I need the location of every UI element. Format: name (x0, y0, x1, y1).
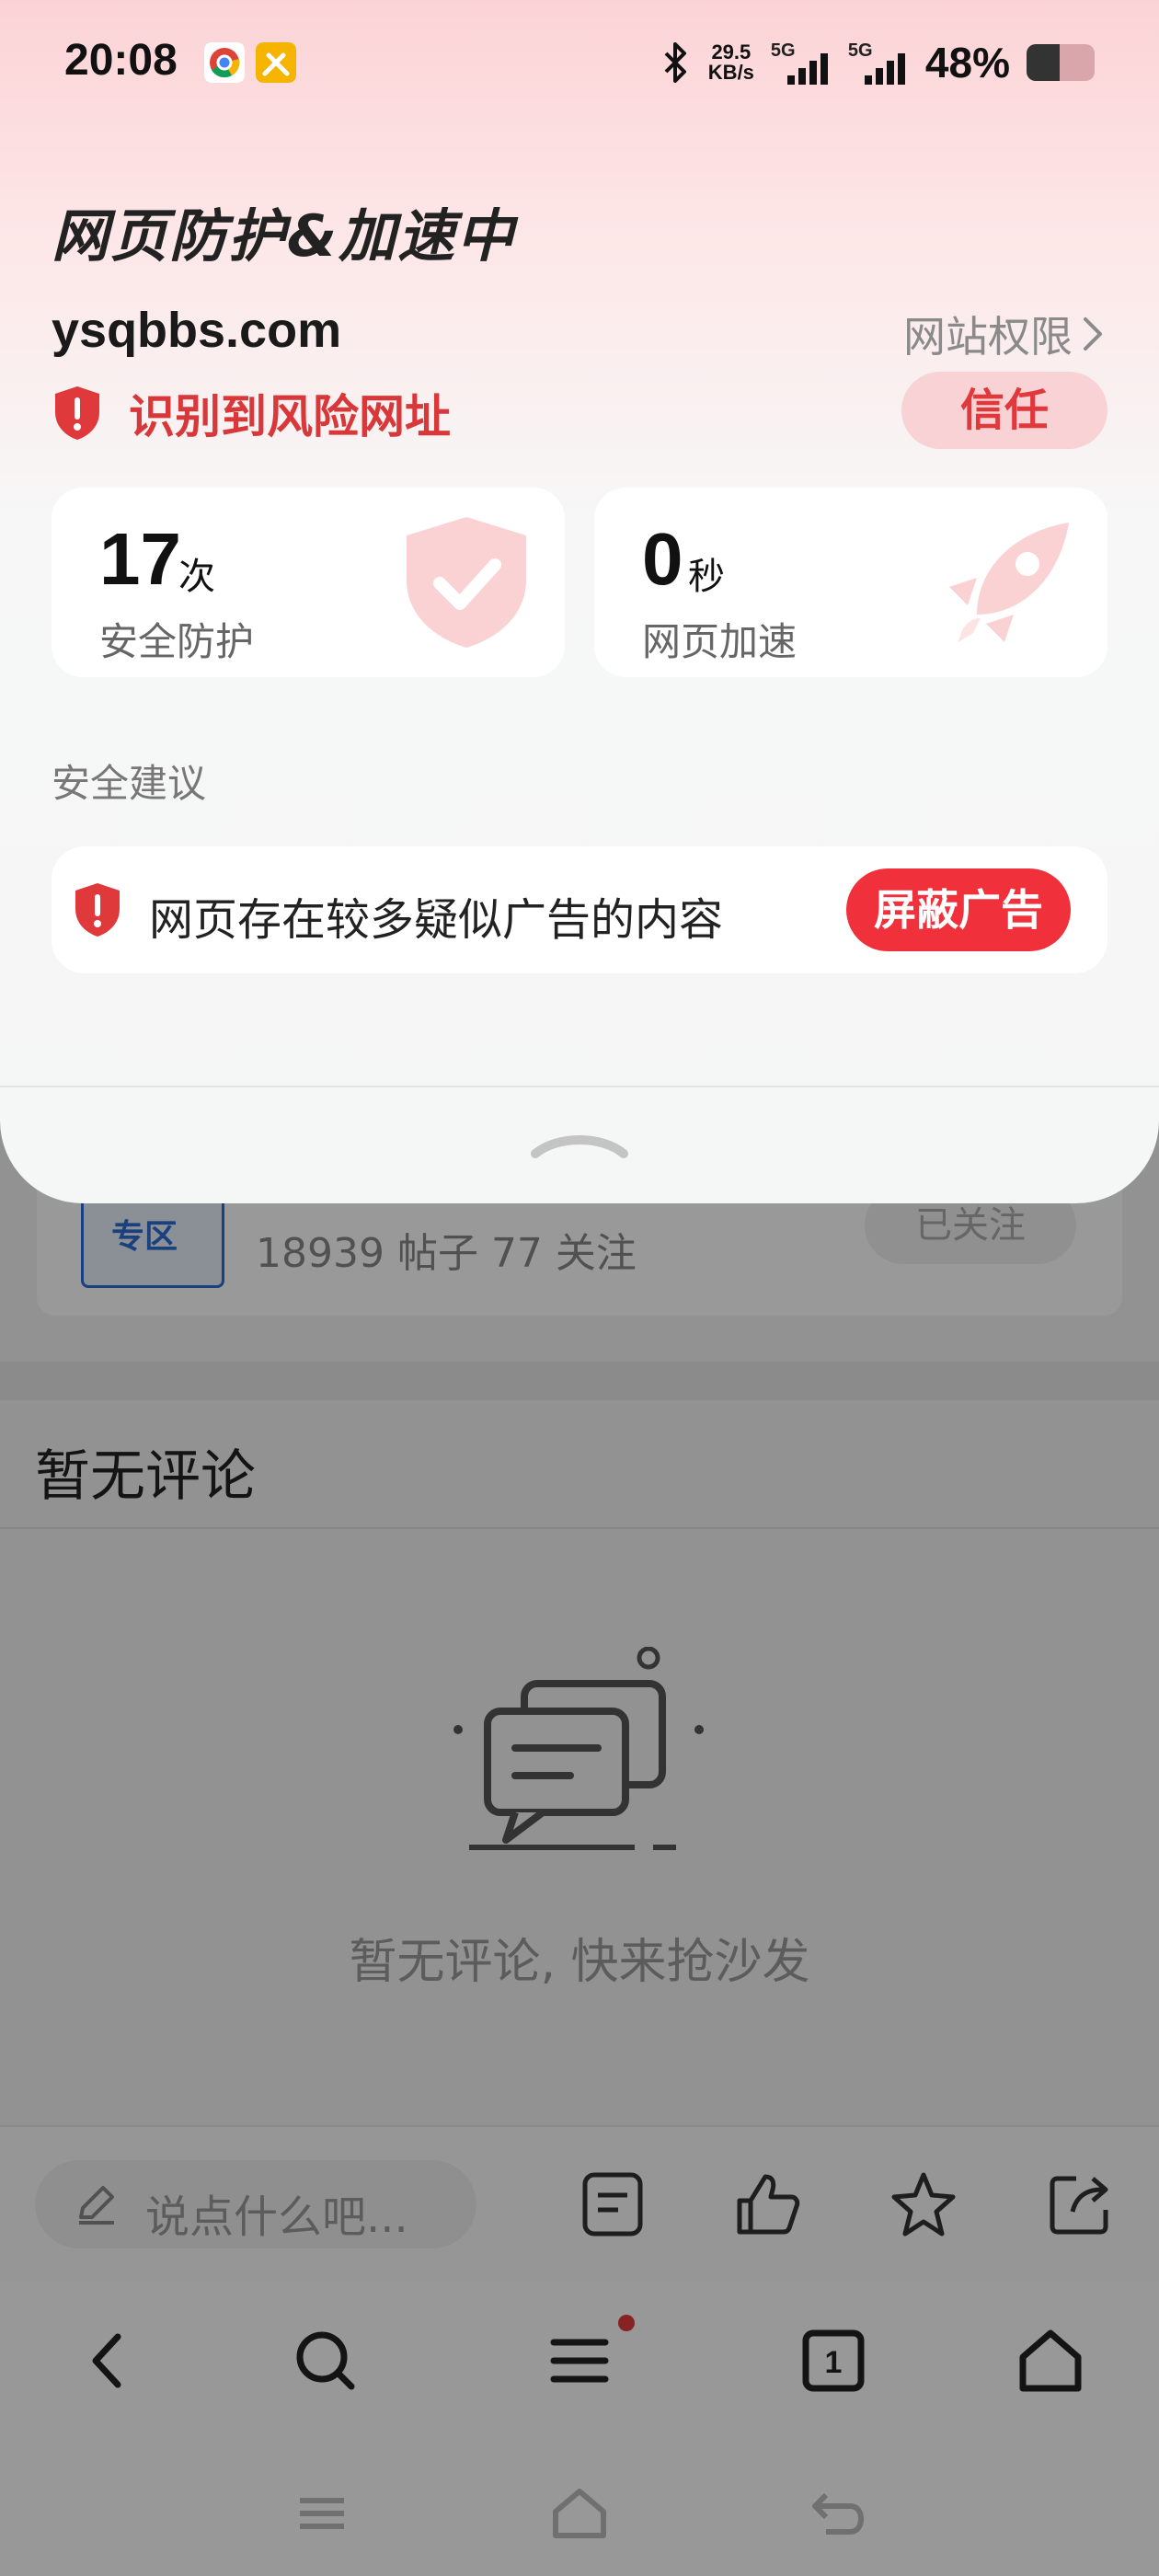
site-permissions-link[interactable]: 网站权限 (903, 304, 1104, 364)
signal-icon: 5G (848, 40, 909, 85)
net-speed-value: 29.5 (711, 40, 752, 63)
status-bar: 20:08 29.5 KB/s 5G 5G 48% (0, 0, 1159, 120)
warning-shield-icon (55, 386, 99, 440)
battery-fill (1027, 44, 1060, 81)
chrome-icon (204, 42, 245, 83)
status-time: 20:08 (64, 36, 178, 85)
advice-heading: 安全建议 (52, 761, 207, 806)
risk-warning: 识别到风险网址 (52, 381, 451, 445)
protection-stat-card: 17 次 安全防护 (52, 488, 565, 677)
acceleration-stat-card: 0 秒 网页加速 (594, 488, 1107, 677)
site-permissions-label: 网站权限 (903, 312, 1073, 362)
warning-shield-icon (75, 883, 120, 937)
net-speed: 29.5 KB/s (708, 42, 754, 83)
security-sheet: 20:08 29.5 KB/s 5G 5G 48% 网页防护&加速中 ysqbb… (0, 0, 1159, 1203)
risk-text: 识别到风险网址 (129, 390, 451, 443)
chevron-right-icon (1084, 317, 1102, 351)
site-domain: ysqbbs.com (52, 303, 342, 358)
protection-unit: 次 (178, 556, 215, 598)
status-icons: 29.5 KB/s 5G 5G 48% (644, 37, 1095, 88)
battery-percent: 48% (924, 39, 1010, 86)
rocket-icon (949, 523, 1069, 642)
sheet-divider (0, 1086, 1159, 1087)
signal-icon: 5G (771, 40, 832, 85)
acceleration-label: 网页加速 (642, 619, 798, 664)
tools-app-icon (256, 42, 296, 83)
collapse-handle-icon[interactable] (530, 1126, 629, 1163)
advice-card: 网页存在较多疑似广告的内容 屏蔽广告 (52, 846, 1107, 973)
protection-label: 安全防护 (99, 619, 255, 664)
acceleration-unit: 秒 (688, 556, 725, 598)
sheet-title: 网页防护&加速中 (52, 202, 516, 270)
advice-text: 网页存在较多疑似广告的内容 (149, 894, 724, 946)
block-ads-button[interactable]: 屏蔽广告 (846, 868, 1071, 951)
battery-icon (1027, 44, 1095, 81)
bluetooth-icon (664, 42, 686, 83)
shield-check-icon (407, 517, 526, 648)
net-speed-unit: KB/s (707, 61, 754, 84)
protection-count: 17 (99, 518, 181, 600)
acceleration-count: 0 (642, 518, 683, 600)
trust-button[interactable]: 信任 (901, 372, 1107, 449)
